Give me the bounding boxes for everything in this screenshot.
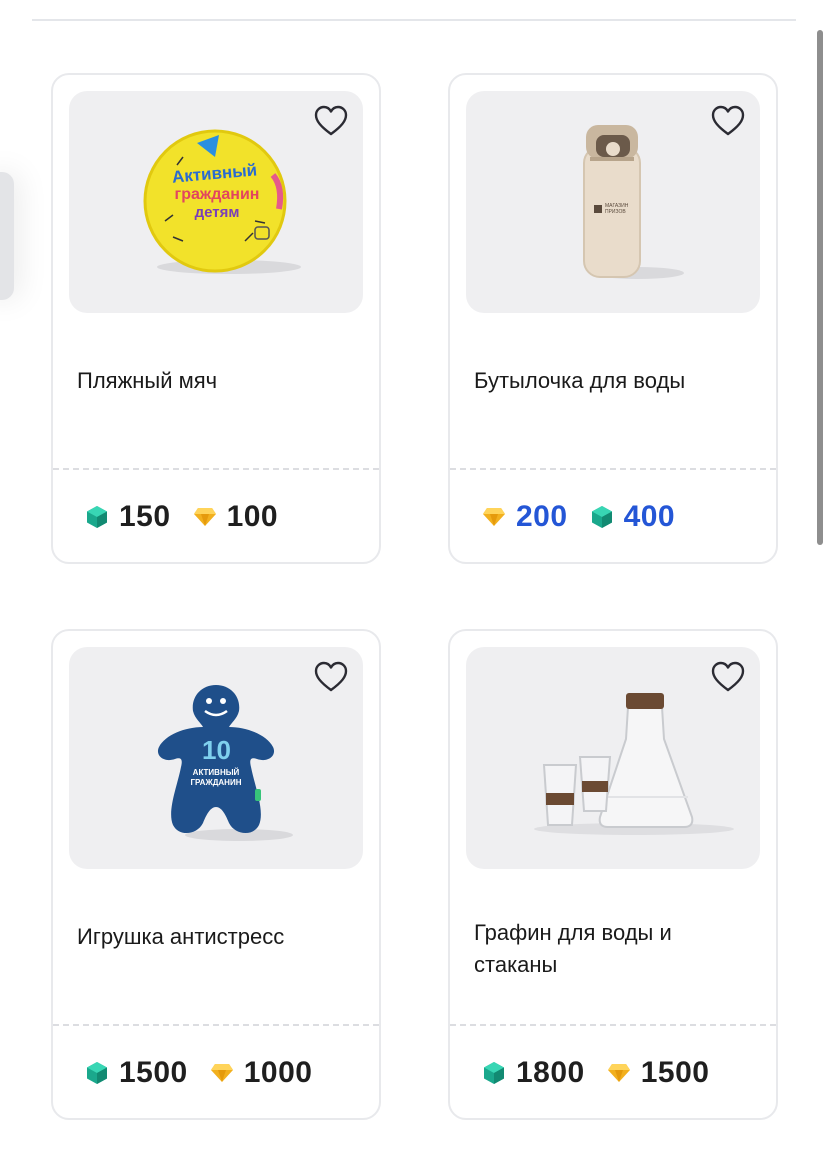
green-crystal-icon	[482, 1061, 506, 1085]
favorite-heart-icon[interactable]	[313, 659, 349, 695]
price-row: 200 400	[482, 495, 697, 539]
green-crystal-icon	[590, 505, 614, 529]
green-crystal-icon	[85, 1061, 109, 1085]
product-title[interactable]: Графин для воды и стаканы	[474, 917, 756, 981]
gold-diamond-icon	[210, 1061, 234, 1085]
product-title[interactable]: Бутылочка для воды	[474, 365, 756, 397]
bottle-print-line-2: ПРИЗОВ	[605, 209, 626, 215]
favorite-heart-icon[interactable]	[710, 103, 746, 139]
price-row: 150 100	[85, 495, 300, 539]
card-divider	[53, 1024, 379, 1026]
gold-diamond-icon	[193, 505, 217, 529]
product-image: 10 АКТИВНЫЙ ГРАЖДАНИН	[69, 647, 363, 869]
product-image: МАГАЗИН ПРИЗОВ	[466, 91, 760, 313]
price-diamond-value: 200	[516, 500, 568, 533]
product-title[interactable]: Игрушка антистресс	[77, 921, 359, 953]
product-card[interactable]: МАГАЗИН ПРИЗОВ Бутылочка для воды 200 40…	[448, 73, 778, 564]
side-drawer-handle[interactable]	[0, 172, 14, 300]
product-card[interactable]: 10 АКТИВНЫЙ ГРАЖДАНИН Игрушка антистресс…	[51, 629, 381, 1120]
price-row: 1800 1500	[482, 1051, 732, 1095]
top-divider	[32, 19, 796, 21]
toy-print-number: 10	[202, 735, 231, 765]
ball-print-line-3: детям	[195, 204, 240, 221]
product-image: Активный гражданин детям	[69, 91, 363, 313]
scrollbar[interactable]	[817, 30, 823, 545]
price-crystal-value: 1500	[119, 1056, 188, 1089]
product-card[interactable]: Активный гражданин детям Пляжный мяч 150…	[51, 73, 381, 564]
price-diamond-value: 1000	[243, 1056, 313, 1089]
price-crystal-value: 1800	[516, 1056, 585, 1089]
favorite-heart-icon[interactable]	[710, 659, 746, 695]
product-title[interactable]: Пляжный мяч	[77, 365, 359, 397]
gold-diamond-icon	[607, 1061, 631, 1085]
product-image	[466, 647, 760, 869]
price-crystal-value: 400	[623, 500, 676, 533]
green-crystal-icon	[85, 505, 109, 529]
price-row: 1500 1000	[85, 1051, 335, 1095]
price-diamond-value: 100	[226, 500, 279, 533]
card-divider	[53, 468, 379, 470]
favorite-heart-icon[interactable]	[313, 103, 349, 139]
toy-print-line-2: ГРАЖДАНИН	[191, 778, 242, 787]
product-card[interactable]: Графин для воды и стаканы 1800 1500	[448, 629, 778, 1120]
price-crystal-value: 150	[119, 500, 171, 533]
card-divider	[450, 1024, 776, 1026]
toy-print-line-1: АКТИВНЫЙ	[193, 768, 240, 777]
price-diamond-value: 1500	[640, 1056, 710, 1089]
card-divider	[450, 468, 776, 470]
gold-diamond-icon	[482, 505, 506, 529]
ball-print-line-2: гражданин	[175, 186, 260, 203]
